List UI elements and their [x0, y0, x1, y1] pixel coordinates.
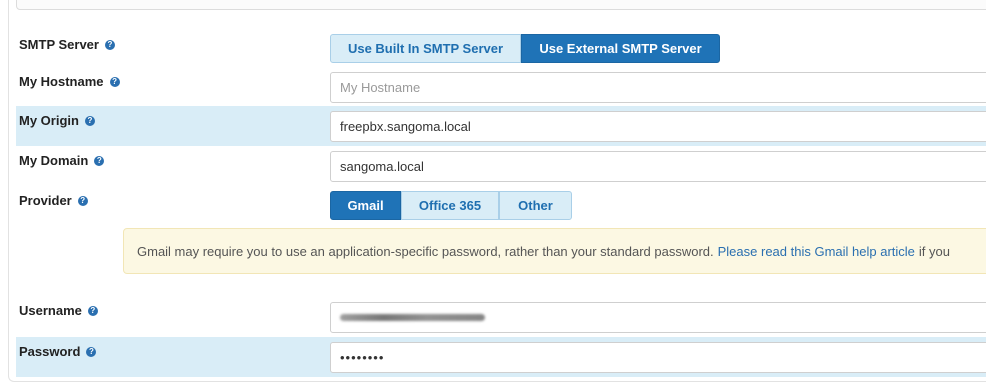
use-external-smtp-button[interactable]: Use External SMTP Server	[521, 34, 720, 63]
origin-label: My Origin ?	[19, 113, 95, 128]
provider-gmail-button[interactable]: Gmail	[330, 191, 401, 220]
password-row: Password ? ••••••••	[16, 337, 986, 377]
smtp-server-toggle: Use Built In SMTP Server Use External SM…	[330, 34, 720, 63]
use-built-in-smtp-button[interactable]: Use Built In SMTP Server	[330, 34, 521, 63]
provider-toggle: Gmail Office 365 Other	[330, 191, 572, 220]
hostname-label: My Hostname ?	[19, 74, 120, 89]
help-icon[interactable]: ?	[87, 305, 98, 316]
help-icon[interactable]: ?	[86, 346, 97, 357]
password-label: Password ?	[19, 344, 97, 359]
domain-row: My Domain ? sangoma.local	[16, 146, 986, 186]
smtp-server-label: SMTP Server ?	[19, 37, 115, 52]
help-icon[interactable]: ?	[94, 155, 105, 166]
gmail-help-link[interactable]: Please read this Gmail help article	[718, 244, 915, 259]
provider-other-button[interactable]: Other	[499, 191, 572, 220]
help-icon[interactable]: ?	[104, 39, 115, 50]
help-icon[interactable]: ?	[109, 76, 120, 87]
domain-label: My Domain ?	[19, 153, 105, 168]
hostname-row: My Hostname ? My Hostname	[16, 65, 986, 105]
help-icon[interactable]: ?	[84, 115, 95, 126]
help-icon[interactable]: ?	[77, 195, 88, 206]
username-label: Username ?	[19, 303, 98, 318]
redacted-username	[340, 314, 485, 321]
hostname-input[interactable]: My Hostname	[330, 72, 986, 103]
username-row: Username ?	[16, 296, 986, 336]
password-input[interactable]: ••••••••	[330, 342, 986, 373]
provider-label: Provider ?	[19, 193, 88, 208]
gmail-alert: Gmail may require you to use an applicat…	[123, 228, 986, 274]
domain-input[interactable]: sangoma.local	[330, 151, 986, 182]
origin-row: My Origin ? freepbx.sangoma.local	[16, 106, 986, 146]
origin-input[interactable]: freepbx.sangoma.local	[330, 111, 986, 142]
provider-office365-button[interactable]: Office 365	[401, 191, 499, 220]
username-input[interactable]	[330, 302, 986, 333]
